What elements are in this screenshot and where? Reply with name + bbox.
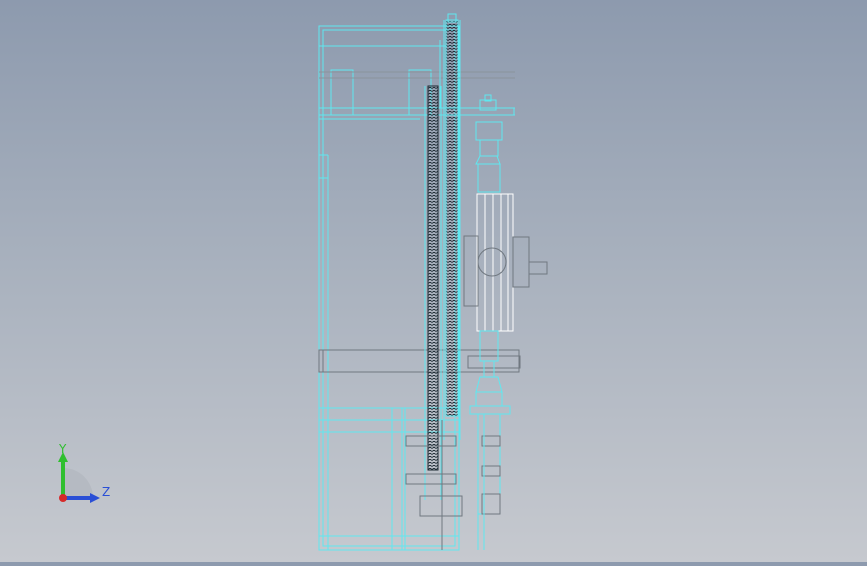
top-brackets	[319, 40, 515, 116]
triad-plane-shading	[63, 468, 93, 498]
main-frame	[318, 25, 515, 551]
lead-screw-right	[443, 13, 461, 440]
lead-screw-left	[424, 85, 442, 500]
z-axis-arrowhead	[90, 493, 100, 503]
cad-viewport[interactable]	[0, 0, 867, 562]
y-axis-label: Y	[58, 442, 67, 456]
assembly-wireframe[interactable]	[0, 0, 867, 562]
lower-slides	[405, 413, 501, 550]
x-axis-dot	[59, 494, 67, 502]
actuator-body	[463, 193, 548, 332]
upper-coupling	[475, 121, 503, 193]
z-axis-label: Z	[102, 485, 110, 499]
axis-triad: Y Z	[48, 438, 118, 510]
